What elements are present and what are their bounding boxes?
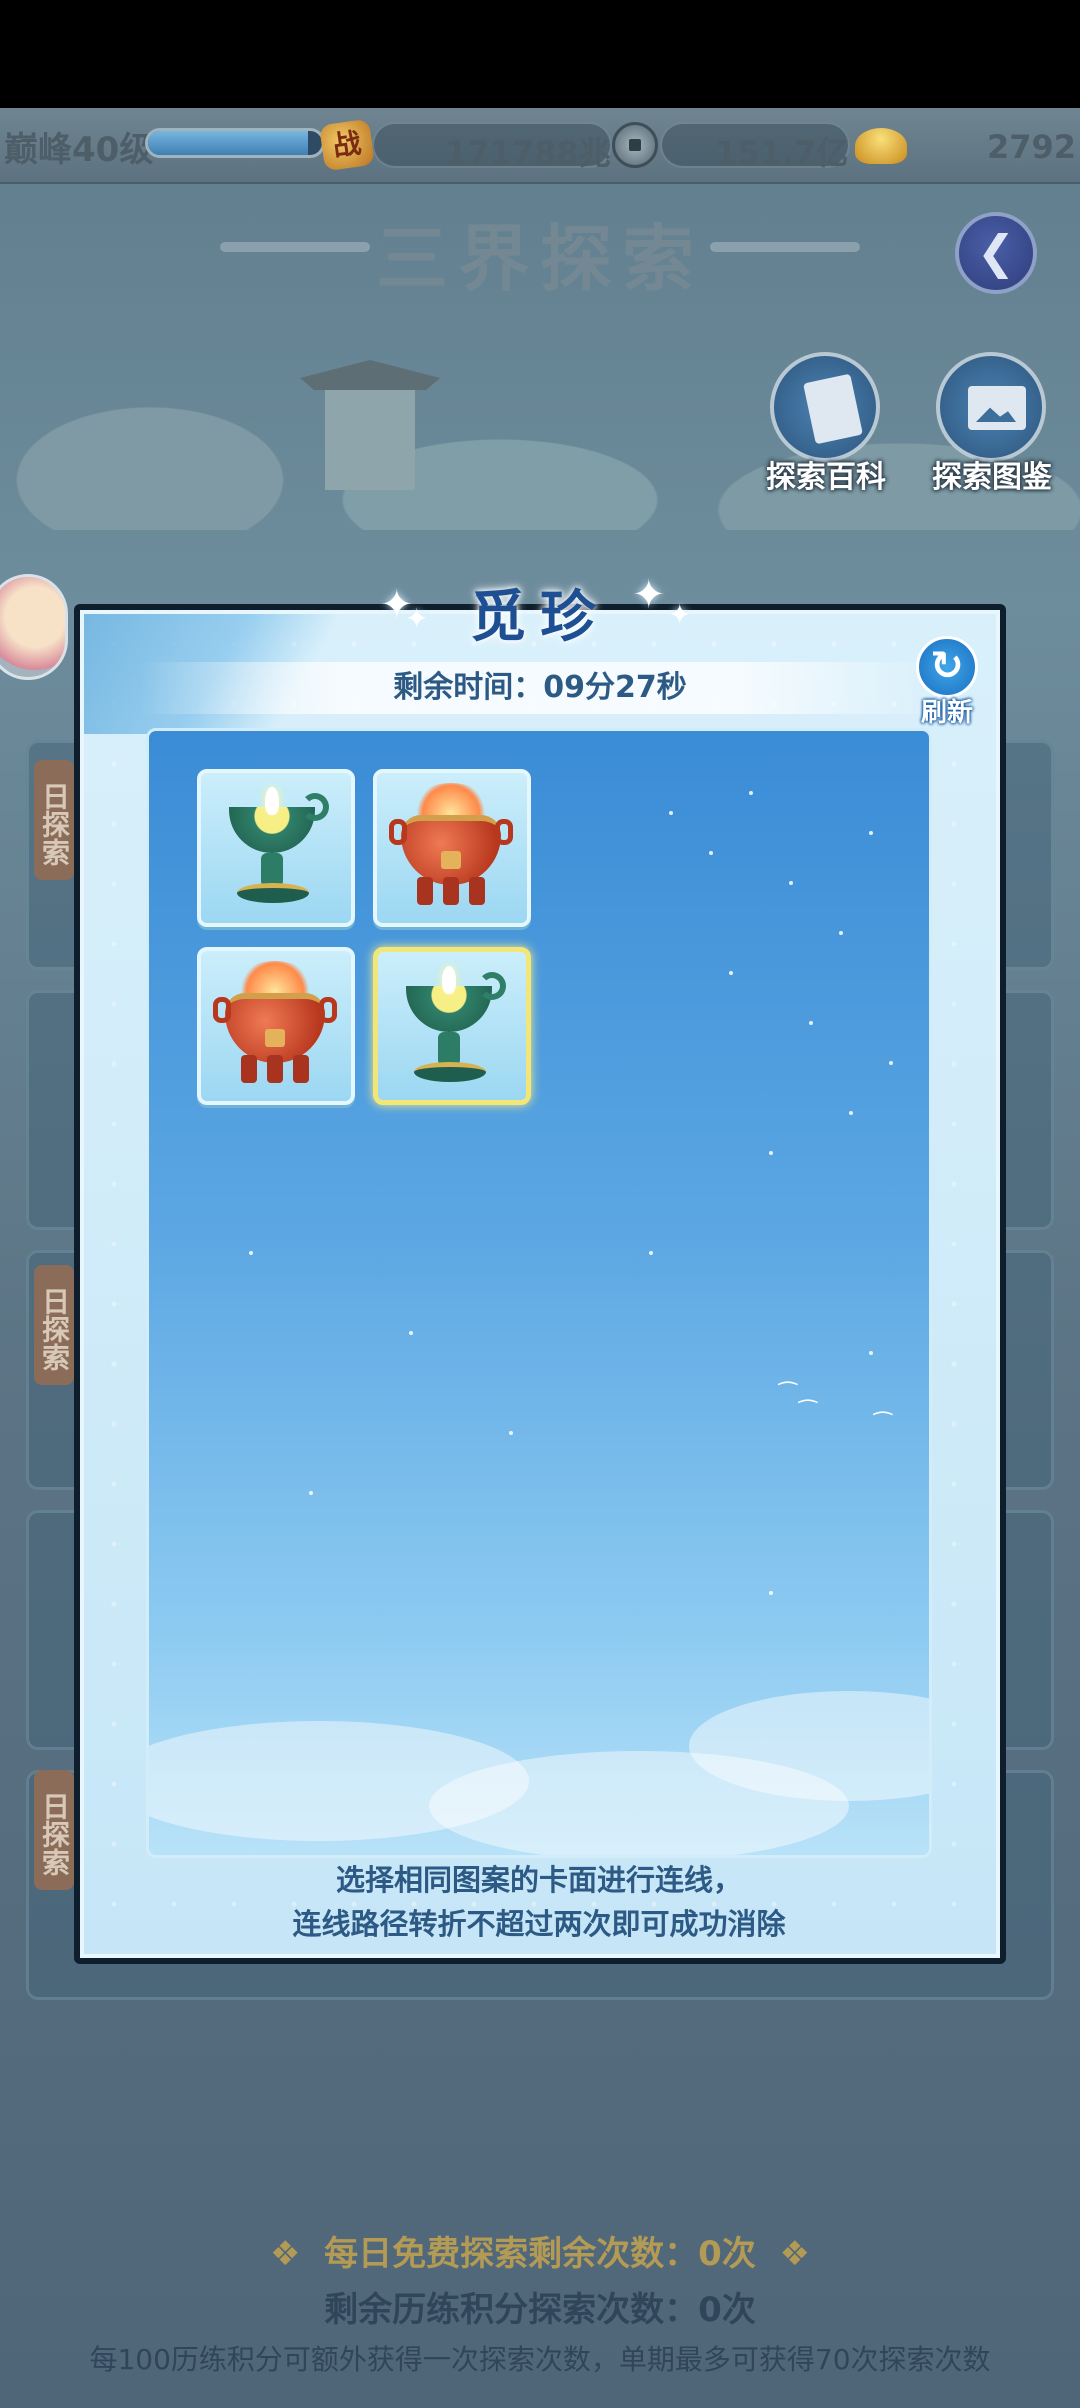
points-explore-count: 剩余历练积分探索次数：0次 xyxy=(324,2290,756,2330)
instructions-line-2: 连线路径转折不超过两次即可成功消除 xyxy=(292,1907,786,1941)
status-area xyxy=(0,0,1080,108)
explore-rule-note: 每100历练积分可额外获得一次探索次数，单期最多可获得70次探索次数 xyxy=(89,2343,991,2376)
sparkle-icon: ✦ xyxy=(405,602,429,635)
book-icon xyxy=(770,352,880,462)
combat-power-icon: 战 xyxy=(319,118,375,172)
free-explore-count: ❖ 每日免费探索剩余次数：0次 ❖ xyxy=(0,2226,1080,2275)
background-tab: 日探索 xyxy=(34,760,74,880)
back-arrow-icon: ❮ xyxy=(976,225,1016,279)
cauldron-icon xyxy=(377,773,527,923)
game-board: ⁔ ⁔ ⁔ xyxy=(146,728,932,1858)
title-ornament-left xyxy=(220,242,370,252)
instructions-line-1: 选择相同图案的卡面进行连线， xyxy=(335,1863,742,1897)
refresh-label: 刷新 xyxy=(920,698,973,728)
explore-gallery-label: 探索图鉴 xyxy=(932,460,1052,495)
tile-cauldron[interactable] xyxy=(373,769,531,927)
diamond-ornament-icon: ❖ xyxy=(755,2234,810,2274)
remaining-time: 剩余时间：09分27秒 xyxy=(393,670,687,705)
title-ornament-right xyxy=(710,242,860,252)
background-tab: 日探索 xyxy=(34,1265,74,1385)
explore-encyclopedia-label: 探索百科 xyxy=(766,460,886,495)
bird-icon: ⁔ xyxy=(874,1391,892,1416)
coin-value: 151.7亿 xyxy=(715,134,849,172)
tile-lamp[interactable] xyxy=(197,769,355,927)
game-instructions: 选择相同图案的卡面进行连线， 连线路径转折不超过两次即可成功消除 xyxy=(146,1858,932,1946)
timer-banner: 剩余时间：09分27秒 xyxy=(140,662,940,714)
copper-coin-icon xyxy=(612,122,658,168)
bird-icon: ⁔ xyxy=(799,1379,817,1404)
oil-lamp-icon xyxy=(378,952,528,1102)
refresh-button[interactable]: ↻ 刷新 xyxy=(910,636,984,732)
background-tab: 日探索 xyxy=(34,1770,74,1890)
page-title-banner: 三界探索 xyxy=(220,200,860,301)
gold-ingot-icon xyxy=(855,128,907,164)
cauldron-icon xyxy=(201,951,351,1101)
ingot-value: 2792 xyxy=(987,128,1077,166)
exp-bar-fill xyxy=(148,131,309,155)
sparkle-icon: ✦ xyxy=(632,572,666,618)
resource-bar: 巅峰40级 战 171788兆 151.7亿 2792 xyxy=(0,108,1080,184)
explore-gallery-button[interactable]: 探索图鉴 xyxy=(926,352,1052,495)
back-button[interactable]: ❮ xyxy=(955,212,1037,294)
sparkle-icon: ✦ xyxy=(668,598,692,631)
tile-lamp-selected[interactable] xyxy=(373,947,531,1105)
exp-bar xyxy=(145,128,325,158)
refresh-icon: ↻ xyxy=(916,636,978,698)
diamond-ornament-icon: ❖ xyxy=(270,2234,325,2274)
combat-power-value: 171788兆 xyxy=(445,134,611,172)
oil-lamp-icon xyxy=(201,773,351,923)
bird-icon: ⁔ xyxy=(779,1361,797,1386)
landscape-backdrop xyxy=(0,330,1080,530)
tile-cauldron[interactable] xyxy=(197,947,355,1105)
level-label: 巅峰40级 xyxy=(4,130,154,170)
picture-icon xyxy=(936,352,1046,462)
explore-encyclopedia-button[interactable]: 探索百科 xyxy=(760,352,886,495)
pavilion-decoration xyxy=(300,360,440,490)
page-title: 三界探索 xyxy=(375,216,704,301)
free-explore-text: 每日免费探索剩余次数：0次 xyxy=(324,2234,756,2274)
avatar[interactable] xyxy=(0,574,68,680)
dialog-title: 觅珍 xyxy=(470,585,610,650)
